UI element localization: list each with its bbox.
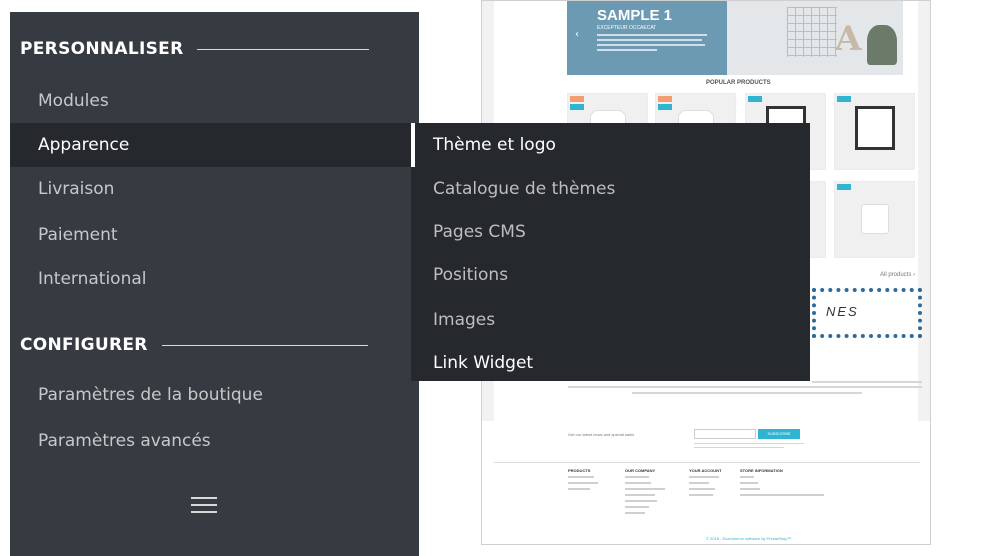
- footer-col-account: YOUR ACCOUNT: [689, 468, 722, 473]
- submenu-item-images[interactable]: Images: [433, 300, 495, 340]
- decor-letter-icon: A: [835, 19, 862, 59]
- submenu-item-label: Thème et logo: [433, 135, 556, 155]
- newsletter-email-input[interactable]: [694, 429, 756, 439]
- sidebar-item-label: Paiement: [38, 225, 118, 245]
- mug-image: [861, 204, 889, 234]
- sidebar-item-parametres-boutique[interactable]: Paramètres de la boutique: [10, 373, 419, 417]
- submenu-item-link-widget[interactable]: Link Widget: [433, 343, 533, 383]
- admin-sidebar: PERSONNALISER Modules Apparence Livraiso…: [10, 12, 419, 556]
- section-divider: [161, 344, 368, 346]
- apparence-submenu: Thème et logo Catalogue de thèmes Pages …: [411, 123, 810, 381]
- banner-pattern-text: NES: [826, 304, 859, 319]
- chevron-left-icon: ‹: [575, 29, 579, 40]
- sidebar-item-label: Apparence: [38, 135, 130, 155]
- banner-title: SAMPLE 1: [597, 7, 673, 24]
- sidebar-item-parametres-avances[interactable]: Paramètres avancés: [10, 419, 419, 463]
- footer-copyright: © 2018 - Ecommerce software by PrestaSho…: [706, 536, 792, 541]
- preview-slider-banner: ‹ SAMPLE 1 EXCEPTEUR OCCAECAT A: [567, 1, 903, 75]
- sidebar-item-label: Modules: [38, 91, 109, 111]
- submenu-item-theme-logo[interactable]: Thème et logo: [433, 125, 556, 165]
- section-title: CONFIGURER: [20, 335, 148, 355]
- sidebar-item-label: Paramètres de la boutique: [38, 385, 263, 405]
- poster-image: [855, 106, 895, 150]
- section-header-personnaliser: PERSONNALISER: [20, 36, 370, 62]
- submenu-item-label: Pages CMS: [433, 222, 526, 242]
- sidebar-item-livraison[interactable]: Livraison: [10, 167, 419, 211]
- section-divider: [197, 48, 370, 50]
- banner-subtitle: EXCEPTEUR OCCAECAT: [597, 25, 657, 31]
- submenu-item-label: Positions: [433, 265, 509, 285]
- sidebar-item-label: International: [38, 269, 147, 289]
- footer-col-company: OUR COMPANY: [625, 468, 656, 473]
- active-marker: [411, 123, 415, 167]
- plant-image: [867, 25, 897, 65]
- product-card: [834, 181, 915, 258]
- section-header-configurer: CONFIGURER: [20, 332, 368, 358]
- sidebar-item-modules[interactable]: Modules: [10, 79, 419, 123]
- all-products-link[interactable]: All products ›: [880, 272, 915, 278]
- product-card: [834, 93, 915, 170]
- menu-collapse-icon[interactable]: [191, 497, 217, 513]
- popular-products-heading: POPULAR PRODUCTS: [706, 80, 771, 86]
- submenu-item-label: Catalogue de thèmes: [433, 179, 616, 199]
- subscribe-button[interactable]: SUBSCRIBE: [758, 429, 800, 439]
- submenu-item-label: Link Widget: [433, 353, 534, 373]
- sidebar-item-label: Paramètres avancés: [38, 431, 211, 451]
- section-title: PERSONNALISER: [20, 39, 184, 59]
- custom-text-banner: NES: [812, 288, 922, 338]
- submenu-item-catalogue-themes[interactable]: Catalogue de thèmes: [433, 169, 615, 209]
- submenu-item-pages-cms[interactable]: Pages CMS: [433, 212, 526, 252]
- submenu-item-positions[interactable]: Positions: [433, 255, 508, 295]
- footer-col-products: PRODUCTS: [568, 468, 591, 473]
- footer-divider: [494, 462, 920, 463]
- sidebar-item-apparence[interactable]: Apparence: [10, 123, 419, 167]
- footer-col-store: STORE INFORMATION: [740, 468, 783, 473]
- submenu-item-label: Images: [433, 310, 496, 330]
- sidebar-item-international[interactable]: International: [10, 257, 419, 301]
- sidebar-item-paiement[interactable]: Paiement: [10, 213, 419, 257]
- sidebar-item-label: Livraison: [38, 179, 115, 199]
- newsletter-label: Get our latest news and special sales: [568, 432, 635, 437]
